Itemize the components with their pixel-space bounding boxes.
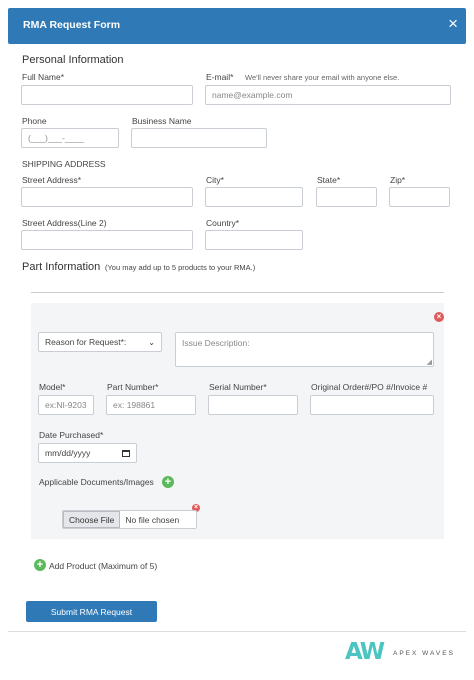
reason-select[interactable]: Reason for Request*: ⌄: [38, 332, 162, 352]
logo-mark: AW: [345, 639, 385, 665]
email-label: E-mail*: [206, 72, 234, 82]
email-input[interactable]: name@example.com: [205, 85, 451, 105]
apex-waves-logo: AW APEX WAVES: [345, 639, 465, 667]
zip-input[interactable]: [389, 187, 450, 207]
phone-input[interactable]: (___)___-____: [21, 128, 119, 148]
order-number-input[interactable]: [310, 395, 434, 415]
file-input[interactable]: Choose File No file chosen: [62, 510, 197, 529]
phone-placeholder: (___)___-____: [28, 133, 84, 143]
business-name-label: Business Name: [132, 116, 192, 126]
chevron-down-icon: ⌄: [148, 337, 155, 347]
date-placeholder: mm/dd/yyyy: [45, 448, 91, 458]
documents-label: Applicable Documents/Images: [39, 477, 154, 487]
model-placeholder: ex:NI-9203: [45, 400, 87, 410]
email-placeholder: name@example.com: [212, 90, 293, 100]
phone-label: Phone: [22, 116, 47, 126]
add-product-link[interactable]: Add Product (Maximum of 5): [49, 561, 157, 571]
add-product-icon[interactable]: +: [34, 559, 46, 571]
city-input[interactable]: [205, 187, 303, 207]
calendar-icon[interactable]: [122, 449, 130, 457]
street-label: Street Address*: [22, 175, 82, 185]
date-purchased-input[interactable]: mm/dd/yyyy: [38, 443, 137, 463]
footer-divider: [8, 631, 466, 632]
city-label: City*: [206, 175, 224, 185]
model-label: Model*: [39, 382, 66, 392]
add-document-icon[interactable]: +: [162, 476, 174, 488]
part-number-placeholder: ex: 198861: [113, 400, 156, 410]
remove-product-icon[interactable]: ×: [434, 312, 444, 322]
serial-number-input[interactable]: [208, 395, 298, 415]
issue-placeholder: Issue Description:: [182, 338, 250, 348]
submit-button[interactable]: Submit RMA Request: [26, 601, 157, 622]
full-name-label: Full Name*: [22, 72, 65, 82]
model-input[interactable]: ex:NI-9203: [38, 395, 94, 415]
modal-title: RMA Request Form: [23, 19, 121, 31]
country-input[interactable]: [205, 230, 303, 250]
choose-file-button[interactable]: Choose File: [63, 511, 121, 528]
personal-info-heading: Personal Information: [22, 54, 124, 66]
zip-label: Zip*: [390, 175, 406, 185]
logo-text: APEX WAVES: [393, 650, 455, 657]
order-number-label: Original Order#/PO #/Invoice #: [311, 382, 428, 392]
reason-select-value: Reason for Request*:: [45, 337, 127, 347]
street-input[interactable]: [21, 187, 193, 207]
shipping-heading: SHIPPING ADDRESS: [22, 159, 106, 169]
state-input[interactable]: [316, 187, 377, 207]
street2-label: Street Address(Line 2): [22, 218, 107, 228]
state-label: State*: [317, 175, 341, 185]
part-info-hint: (You may add up to 5 products to your RM…: [105, 263, 256, 272]
serial-number-label: Serial Number*: [209, 382, 267, 392]
part-number-label: Part Number*: [107, 382, 159, 392]
issue-description-textarea[interactable]: Issue Description: ◢: [175, 332, 434, 367]
email-hint: We'll never share your email with anyone…: [245, 73, 400, 82]
close-icon[interactable]: ×: [448, 14, 458, 34]
full-name-input[interactable]: [21, 85, 193, 105]
country-label: Country*: [206, 218, 240, 228]
street2-input[interactable]: [21, 230, 193, 250]
no-file-text: No file chosen: [125, 514, 180, 525]
divider: [31, 292, 444, 293]
date-purchased-label: Date Purchased*: [39, 430, 104, 440]
resize-handle-icon[interactable]: ◢: [427, 358, 432, 366]
business-name-input[interactable]: [131, 128, 267, 148]
part-info-heading: Part Information: [22, 261, 101, 273]
modal-header: RMA Request Form ×: [8, 8, 466, 44]
part-number-input[interactable]: ex: 198861: [106, 395, 196, 415]
